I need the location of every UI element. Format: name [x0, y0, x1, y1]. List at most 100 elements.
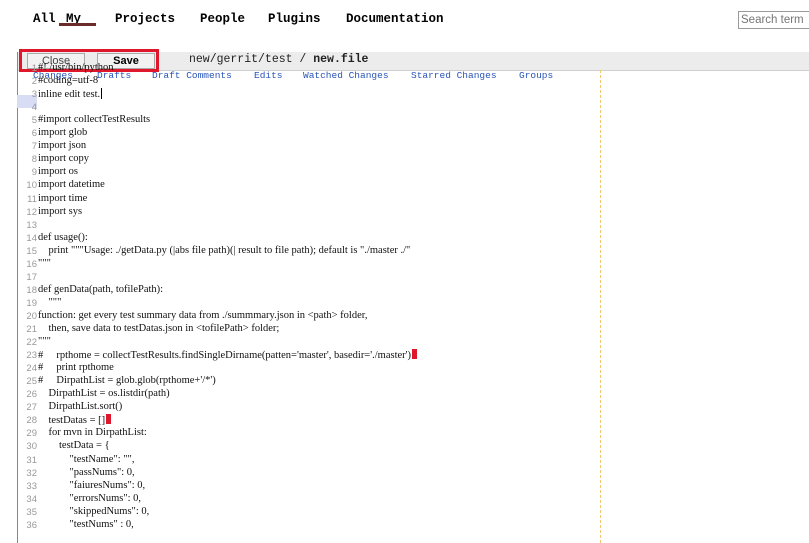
- nav-documentation[interactable]: Documentation: [346, 12, 444, 26]
- code-text: print """Usage: ./getData.py (|abs file …: [38, 244, 411, 256]
- line-number: 14: [26, 232, 37, 244]
- line-number: 17: [26, 271, 37, 283]
- code-text: #import collectTestResults: [38, 114, 151, 126]
- line-number: 21: [26, 324, 37, 335]
- print-margin: [600, 70, 601, 543]
- code-line[interactable]: # print rpthome: [38, 362, 114, 373]
- code-line[interactable]: "passNums": 0,: [38, 467, 135, 478]
- code-line[interactable]: for mvn in DirpathList:: [38, 427, 147, 438]
- code-line[interactable]: import copy: [38, 153, 89, 164]
- code-text: import datetime: [38, 179, 105, 191]
- code-line[interactable]: "faiuresNums": 0,: [38, 479, 146, 491]
- code-line[interactable]: """: [38, 258, 51, 269]
- file-path: new/gerrit/test / new.file: [189, 53, 368, 66]
- line-number: 34: [26, 493, 37, 505]
- line-number: 27: [26, 402, 37, 414]
- code-line[interactable]: import time: [38, 193, 87, 204]
- subnav-watched-changes[interactable]: Watched Changes: [303, 70, 389, 81]
- code-text: def genData(path, tofilePath):: [38, 283, 164, 295]
- code-text: # DirpathList = glob.glob(rpthome+'/*'): [38, 375, 216, 387]
- line-number: 23: [26, 350, 37, 362]
- code-line[interactable]: import glob: [38, 127, 87, 138]
- line-number: 7: [31, 141, 37, 153]
- code-text: "skippedNums": 0,: [38, 505, 150, 517]
- code-line[interactable]: inline edit test.: [38, 88, 103, 100]
- code-line[interactable]: def usage():: [38, 232, 88, 243]
- code-text: #! /usr/bin/python: [38, 62, 114, 73]
- line-number: 11: [27, 193, 37, 205]
- line-number: 20: [26, 310, 37, 322]
- line-number: 2: [31, 76, 37, 88]
- line-number: 4: [31, 102, 37, 114]
- code-line[interactable]: """: [38, 336, 51, 347]
- code-line[interactable]: import os: [38, 166, 78, 177]
- line-number: 31: [26, 454, 37, 466]
- code-text: # print rpthome: [38, 362, 114, 374]
- code-text: function: get every test summary data fr…: [38, 309, 368, 321]
- code-line[interactable]: # rpthome = collectTestResults.findSingl…: [38, 349, 418, 361]
- top-navigation: All My Projects People Plugins Documenta…: [0, 0, 809, 32]
- nav-projects[interactable]: Projects: [115, 12, 175, 26]
- code-line[interactable]: DirpathList = os.listdir(path): [38, 388, 170, 399]
- code-text: then, save data to testDatas.json in <to…: [38, 323, 280, 334]
- nav-plugins[interactable]: Plugins: [268, 12, 321, 26]
- code-line[interactable]: import datetime: [38, 179, 105, 190]
- line-number: 5: [31, 115, 37, 127]
- line-number: 19: [26, 297, 37, 309]
- line-number: 10: [26, 180, 37, 192]
- line-number: 1: [31, 63, 37, 74]
- code-line[interactable]: DirpathList.sort(): [38, 401, 123, 412]
- subnav-groups[interactable]: Groups: [519, 70, 553, 81]
- code-text: "faiuresNums": 0,: [38, 479, 146, 491]
- subnav-starred-changes[interactable]: Starred Changes: [411, 70, 497, 81]
- code-text: """: [38, 257, 51, 269]
- code-line[interactable]: "testNums" : 0,: [38, 519, 134, 530]
- line-number: 15: [26, 245, 37, 257]
- line-number: 36: [26, 519, 37, 531]
- code-text: "errorsNums": 0,: [38, 492, 142, 504]
- code-line[interactable]: import json: [38, 140, 86, 151]
- line-number: 9: [31, 167, 37, 179]
- code-line[interactable]: print """Usage: ./getData.py (|abs file …: [38, 244, 411, 256]
- line-number: 24: [26, 363, 37, 375]
- subnav-draft-comments[interactable]: Draft Comments: [152, 70, 232, 81]
- line-number: 12: [26, 206, 37, 218]
- code-line[interactable]: "testName": "",: [38, 453, 135, 465]
- code-text: import copy: [38, 153, 90, 165]
- subnav-edits[interactable]: Edits: [254, 70, 283, 81]
- code-line[interactable]: """: [38, 296, 62, 308]
- code-text: import glob: [38, 127, 88, 139]
- line-number: 25: [26, 376, 37, 388]
- code-line[interactable]: "errorsNums": 0,: [38, 492, 142, 504]
- code-text: def usage():: [38, 231, 88, 243]
- code-text: "testName": "",: [38, 453, 135, 465]
- code-line[interactable]: #import collectTestResults: [38, 114, 150, 125]
- nav-people[interactable]: People: [200, 12, 245, 26]
- search-input[interactable]: [738, 11, 809, 29]
- line-number: 13: [26, 219, 37, 231]
- code-text: """: [38, 296, 62, 308]
- code-text: import sys: [38, 205, 83, 217]
- line-number: 28: [26, 415, 37, 427]
- code-line[interactable]: function: get every test summary data fr…: [38, 310, 367, 321]
- code-line[interactable]: #coding=utf-8: [38, 75, 98, 86]
- code-text: #coding=utf-8: [38, 75, 99, 87]
- code-line[interactable]: "skippedNums": 0,: [38, 505, 150, 517]
- code-line[interactable]: testDatas = []: [38, 414, 112, 427]
- line-number: 8: [31, 154, 37, 166]
- code-text: for mvn in DirpathList:: [38, 427, 147, 439]
- code-text: """: [38, 336, 51, 348]
- code-line[interactable]: # DirpathList = glob.glob(rpthome+'/*'): [38, 375, 216, 386]
- line-number: 26: [26, 389, 37, 401]
- nav-all[interactable]: All: [33, 12, 56, 26]
- code-line[interactable]: testData = {: [38, 440, 110, 451]
- code-line[interactable]: import sys: [38, 206, 82, 217]
- code-line[interactable]: #! /usr/bin/python: [38, 62, 114, 73]
- code-text: DirpathList = os.listdir(path): [38, 388, 170, 400]
- active-tab-underline: [59, 23, 96, 26]
- code-line[interactable]: then, save data to testDatas.json in <to…: [38, 323, 280, 334]
- code-text: testDatas = []: [38, 415, 106, 427]
- code-line[interactable]: def genData(path, tofilePath):: [38, 284, 163, 295]
- line-number: 3: [31, 89, 37, 101]
- trailing-whitespace-marker: [106, 414, 112, 425]
